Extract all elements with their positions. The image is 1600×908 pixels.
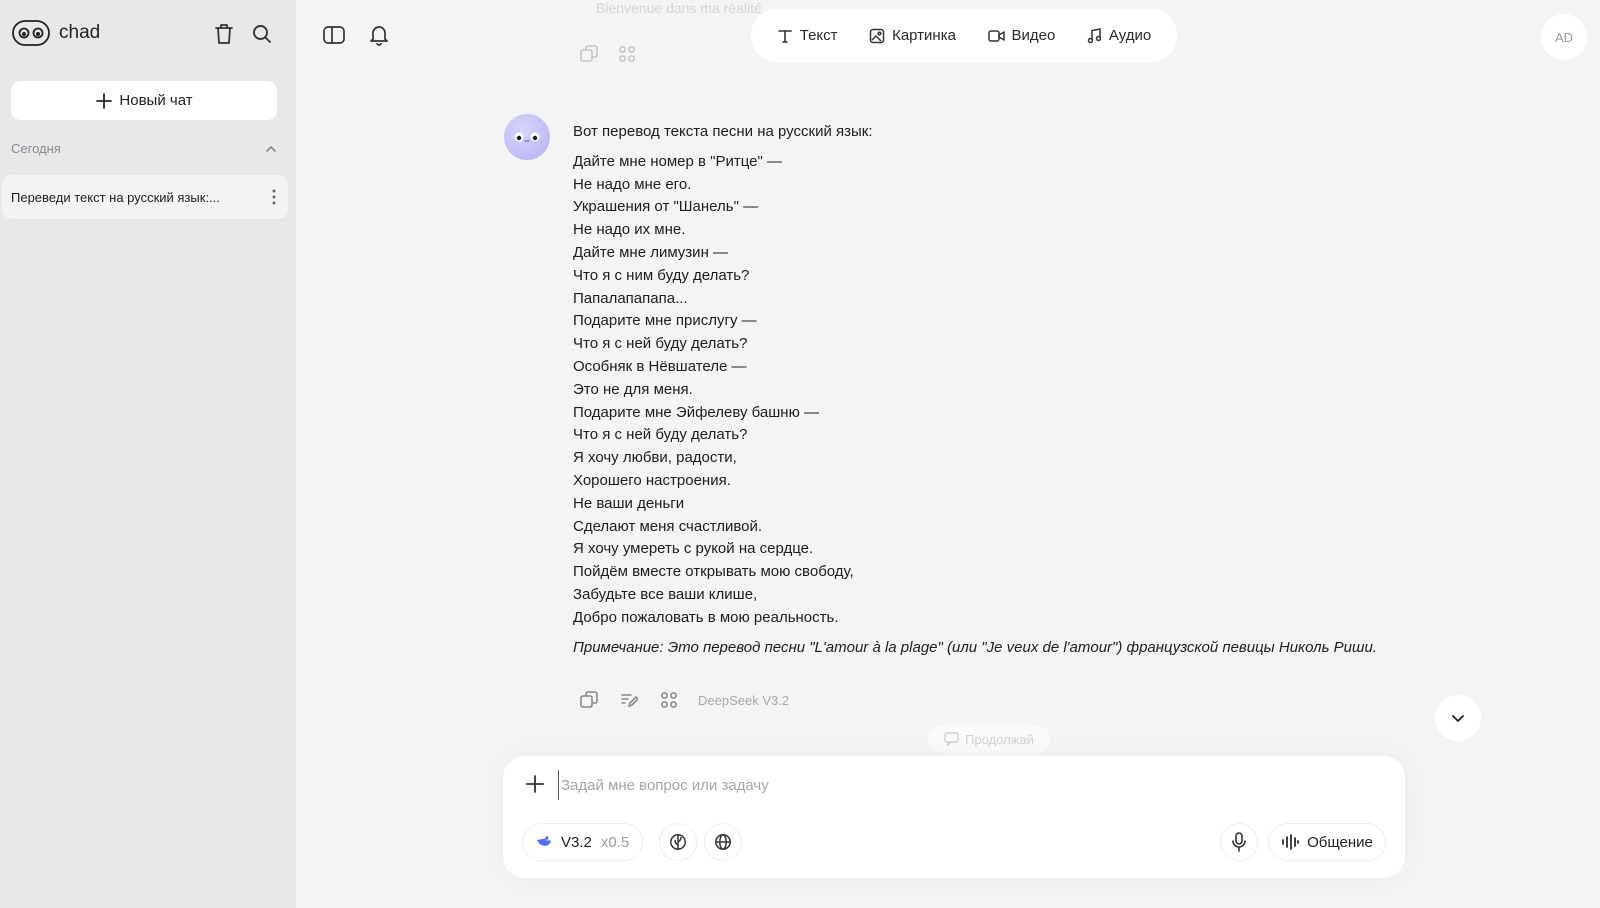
microphone-icon [1231,832,1247,852]
text-icon [777,28,793,44]
lyric-line: Не надо их мне. [573,221,686,239]
chat-title: Переведи текст на русский язык:... [11,189,220,205]
new-chat-button[interactable]: Новый чат [11,81,277,120]
logo-icon [12,20,50,46]
voice-chat-label: Общение [1307,833,1373,851]
lyric-line: Не надо мне его. [573,175,692,193]
music-note-icon [1087,27,1102,44]
chevron-up-icon[interactable] [265,143,277,155]
mode-video[interactable]: Видео [987,27,1056,44]
mode-video-label: Видео [1011,27,1056,44]
lyric-line: Дайте мне номер в "Ритце" — [573,152,782,170]
lyric-line: Папалапапапа... [573,289,688,307]
lyric-line: Я хочу умереть с рукой на сердце. [573,540,814,558]
lyric-line: Сделают меня счастливой. [573,517,763,535]
message-actions: DeepSeek V3.2 [580,691,789,709]
mode-audio-label: Аудио [1108,27,1152,44]
previous-message-actions [580,45,636,63]
previous-message-text: Bienvenue dans ma réalité [596,0,762,16]
more-vertical-icon[interactable] [272,189,276,205]
chevron-down-icon [1451,714,1465,723]
section-label: Сегодня [11,141,61,156]
lyric-line: Я хочу любви, радости, [573,449,737,467]
trash-icon[interactable] [211,21,237,47]
edit-icon[interactable] [620,691,638,709]
voice-input-button[interactable] [1220,823,1258,861]
prompt-input[interactable] [558,770,1358,800]
lyric-line: Что я с ним буду делать? [573,266,750,284]
user-avatar[interactable]: AD [1541,14,1587,60]
composer: V3.2 x0.5 Общение [503,756,1405,878]
lyric-line: Пойдём вместе открывать мою свободу, [573,563,854,581]
lyric-line: Подарите мне Эйфелеву башню — [573,403,819,421]
atom-icon [669,833,687,851]
new-chat-label: Новый чат [119,92,193,109]
sidebar: chad Новый чат Сегодня Переведи текст на… [0,0,296,908]
globe-icon [714,833,732,851]
lyric-line: Хорошего настроения. [573,471,731,489]
video-icon [987,29,1005,43]
lyric-line: Забудьте все ваши клише, [573,585,758,603]
chat-history-item[interactable]: Переведи текст на русский язык:... [2,175,288,219]
grid-icon[interactable] [660,691,678,709]
lyric-line: Что я с ней буду делать? [573,426,748,444]
model-version: V3.2 [561,833,592,851]
grid-icon[interactable] [618,45,636,63]
lyric-line: Украшения от "Шанель" — [573,198,759,216]
brand-name: chad [59,22,101,43]
lyric-line: Не ваши деньги [573,494,685,512]
assistant-message: Вот перевод текста песни на русский язык… [573,121,1393,659]
continue-label: Продолжай [965,731,1034,747]
message-note: Примечание: Это перевод песни "L'amour à… [573,638,1377,656]
section-today[interactable]: Сегодня [11,141,277,156]
model-multiplier: x0.5 [600,833,630,851]
lyrics-lines: Дайте мне номер в "Ритце" — Не надо мне е… [573,151,1393,630]
brand[interactable]: chad [12,20,100,46]
voice-chat-button[interactable]: Общение [1268,823,1386,861]
message-intro: Вот перевод текста песни на русский язык… [573,123,873,140]
reasoning-toggle[interactable] [659,823,697,861]
sidebar-toggle-icon[interactable] [321,22,347,48]
web-search-toggle[interactable] [704,823,742,861]
lyric-line: Добро пожаловать в мою реальность. [573,608,839,626]
lyric-line: Что я с ней буду делать? [573,335,748,353]
model-selector[interactable]: V3.2 x0.5 [522,823,644,861]
continue-chip[interactable]: Продолжай [928,725,1050,753]
scroll-down-button[interactable] [1435,695,1481,741]
lyric-line: Подарите мне прислугу — [573,312,757,330]
mode-text[interactable]: Текст [777,27,838,44]
attach-plus-icon[interactable] [525,774,545,794]
deepseek-whale-icon [536,835,552,849]
copy-icon[interactable] [580,45,598,63]
plus-icon [95,92,113,110]
mode-image-label: Картинка [892,27,956,44]
mode-switcher: Текст Картинка Видео Аудио [751,9,1177,62]
lyric-line: Это не для меня. [573,380,693,398]
mode-image[interactable]: Картинка [869,27,956,44]
assistant-avatar [504,114,550,160]
search-icon[interactable] [249,21,275,47]
bell-icon[interactable] [366,22,392,48]
waveform-icon [1281,834,1299,850]
image-icon [869,28,885,44]
model-label: DeepSeek V3.2 [698,692,790,708]
copy-icon[interactable] [580,691,598,709]
mode-audio[interactable]: Аудио [1087,27,1151,44]
lyric-line: Дайте мне лимузин — [573,243,729,261]
lyric-line: Особняк в Нёвшателе — [573,357,747,375]
chat-bubble-icon [944,732,959,746]
mode-text-label: Текст [799,27,838,44]
